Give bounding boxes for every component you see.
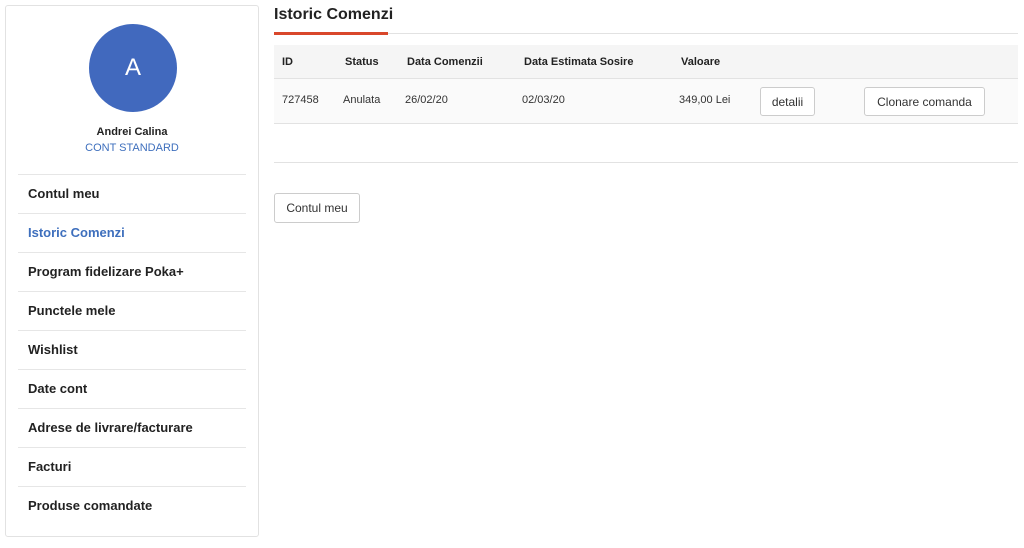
avatar: A: [89, 24, 177, 112]
details-button[interactable]: detalii: [760, 87, 815, 116]
column-header-id: ID: [282, 56, 293, 68]
sidebar-menu: Contul meu Istoric Comenzi Program fidel…: [18, 174, 246, 525]
clone-order-button[interactable]: Clonare comanda: [864, 87, 985, 116]
account-sidebar: A Andrei Calina CONT STANDARD Contul meu…: [5, 5, 259, 537]
sidebar-item-date-cont[interactable]: Date cont: [18, 369, 246, 408]
sidebar-item-adrese[interactable]: Adrese de livrare/facturare: [18, 408, 246, 447]
order-id: 727458: [282, 94, 319, 106]
title-accent-underline: [274, 32, 388, 35]
order-value: 349,00 Lei: [679, 94, 731, 106]
sidebar-item-program-fidelizare[interactable]: Program fidelizare Poka+: [18, 252, 246, 291]
page-title: Istoric Comenzi: [274, 6, 394, 23]
column-header-eta: Data Estimata Sosire: [524, 56, 634, 68]
user-name: Andrei Calina: [96, 126, 168, 138]
back-to-account-button[interactable]: Contul meu: [274, 193, 360, 223]
sidebar-item-facturi[interactable]: Facturi: [18, 447, 246, 486]
sidebar-item-contul-meu[interactable]: Contul meu: [18, 174, 246, 213]
account-type: CONT STANDARD: [85, 142, 179, 154]
table-row: 727458 Anulata 26/02/20 02/03/20 349,00 …: [274, 79, 1018, 124]
sidebar-item-wishlist[interactable]: Wishlist: [18, 330, 246, 369]
order-status: Anulata: [343, 94, 381, 106]
order-eta: 02/03/20: [522, 94, 565, 106]
column-header-order-date: Data Comenzii: [407, 56, 483, 68]
section-divider: [274, 162, 1018, 163]
sidebar-item-istoric-comenzi[interactable]: Istoric Comenzi: [18, 213, 246, 252]
sidebar-item-produse-comandate[interactable]: Produse comandate: [18, 486, 246, 525]
column-header-status: Status: [345, 56, 379, 68]
sidebar-item-punctele-mele[interactable]: Punctele mele: [18, 291, 246, 330]
orders-table-header: ID Status Data Comenzii Data Estimata So…: [274, 45, 1018, 79]
column-header-value: Valoare: [681, 56, 721, 68]
order-date: 26/02/20: [405, 94, 448, 106]
